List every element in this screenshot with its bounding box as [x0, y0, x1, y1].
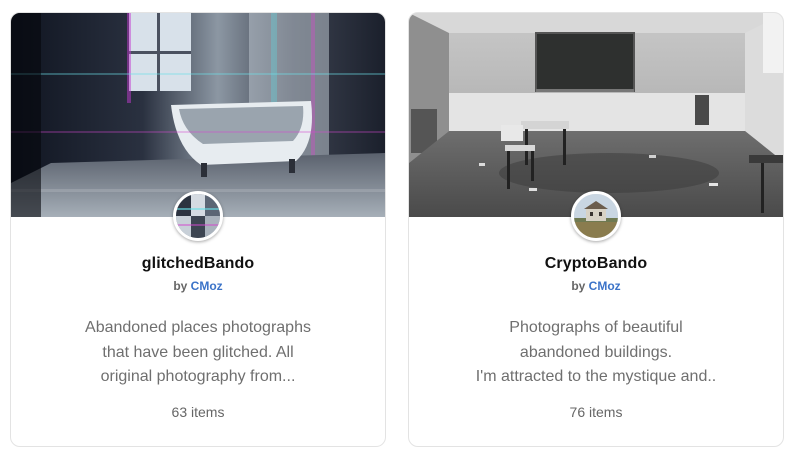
collection-byline: by CMoz [11, 279, 385, 293]
description-line: Abandoned places photographs [85, 319, 311, 336]
collection-card-glitchedbando[interactable]: glitchedBando by CMoz Abandoned places p… [10, 12, 386, 447]
byline-prefix: by [571, 279, 589, 293]
collection-byline: by CMoz [409, 279, 783, 293]
collection-title[interactable]: CryptoBando [409, 255, 783, 273]
byline-prefix: by [173, 279, 191, 293]
description-line: abandoned buildings. [519, 343, 673, 361]
description-line: that have been glitched. All [102, 343, 294, 361]
collection-banner-image[interactable] [409, 13, 783, 217]
description-line: Photographs of beautiful [509, 319, 683, 336]
description-line: I'm attracted to the mystique and.. [475, 368, 717, 385]
collection-grid: glitchedBando by CMoz Abandoned places p… [0, 0, 799, 466]
collection-card-cryptobando[interactable]: CryptoBando by CMoz Photographs of beaut… [408, 12, 784, 447]
collection-description: Photographs of beautiful abandoned build… [449, 316, 743, 388]
collection-banner-image[interactable] [11, 13, 385, 217]
description-line: original photography from... [100, 368, 296, 385]
item-count: 63 items [171, 404, 225, 420]
curator-avatar[interactable] [571, 191, 621, 241]
item-count: 76 items [569, 404, 623, 420]
collection-title[interactable]: glitchedBando [11, 255, 385, 273]
author-link[interactable]: CMoz [191, 279, 223, 293]
curator-avatar[interactable] [173, 191, 223, 241]
collection-description: Abandoned places photographs that have b… [51, 316, 345, 388]
author-link[interactable]: CMoz [589, 279, 621, 293]
